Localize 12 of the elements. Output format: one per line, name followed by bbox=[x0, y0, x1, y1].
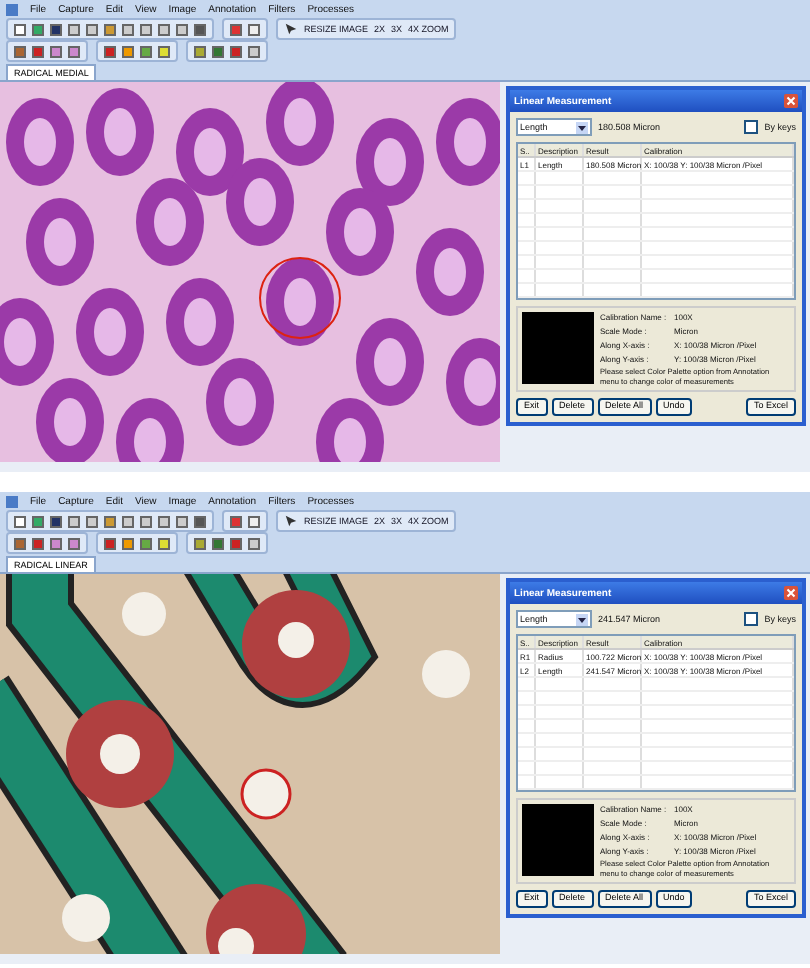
close-icon[interactable] bbox=[784, 586, 798, 600]
caret-icon bbox=[576, 121, 588, 133]
app-icon bbox=[6, 3, 18, 15]
pointer-icon[interactable] bbox=[284, 514, 298, 528]
checkbox[interactable] bbox=[744, 120, 759, 134]
pointer-icon[interactable] bbox=[284, 22, 298, 36]
close-icon[interactable] bbox=[784, 94, 798, 108]
preview-box bbox=[522, 804, 594, 876]
caret-icon bbox=[576, 613, 588, 625]
preview-box bbox=[522, 312, 594, 384]
app-icon bbox=[6, 495, 18, 507]
checkbox[interactable] bbox=[744, 612, 759, 626]
